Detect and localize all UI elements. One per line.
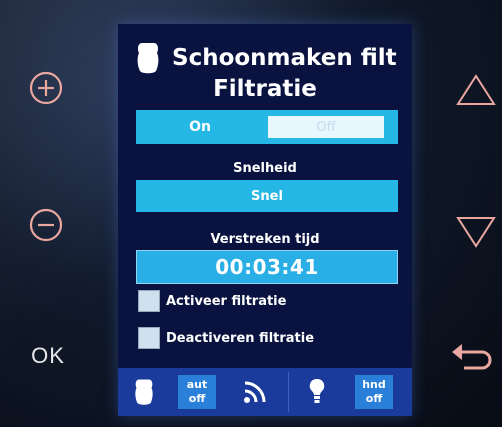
title-row: Schoonmaken filt [118,40,412,76]
down-triangle-icon [456,217,496,248]
manual-label: hnd [362,378,386,391]
manual-mode-status: hnd off [345,368,403,416]
deactivate-label: Deactiveren filtratie [166,330,315,346]
manual-badge: hnd off [355,375,393,409]
auto-mode-status: aut off [170,368,224,416]
page-title: Schoonmaken filt [172,45,397,71]
wifi-icon [244,381,266,403]
section-title: Filtratie [213,76,317,102]
deactivate-filtration-option[interactable]: Deactiveren filtratie [138,325,408,351]
ok-button[interactable]: OK [18,336,78,376]
toggle-on-option[interactable]: On [136,119,264,135]
minus-button[interactable] [26,205,66,245]
activate-filtration-option[interactable]: Activeer filtratie [138,288,408,314]
light-status [289,368,345,416]
control-panel: OK Schoonmaken filt Filtratie On Off Sne… [0,0,502,427]
filter-status-icon [135,379,153,405]
back-button[interactable] [448,338,498,378]
wifi-status [224,368,288,416]
filter-icon [137,43,159,74]
down-button[interactable] [454,210,498,254]
auto-state: off [188,392,206,405]
ok-label: OK [31,343,65,368]
auto-badge: aut off [178,375,216,409]
plus-circle-icon [29,71,63,105]
status-bar: aut off hnd off [118,368,412,416]
deactivate-checkbox[interactable] [138,327,160,349]
toggle-off-option[interactable]: Off [268,116,384,138]
manual-state: off [365,392,383,405]
up-triangle-icon [456,74,496,105]
elapsed-time-value: 00:03:41 [136,250,398,284]
lightbulb-icon [309,379,325,403]
up-button[interactable] [454,68,498,112]
auto-label: aut [186,378,208,391]
activate-checkbox[interactable] [138,290,160,312]
filtration-toggle[interactable]: On Off [136,110,398,144]
plus-button[interactable] [26,68,66,108]
speed-label: Snelheid [233,161,297,176]
elapsed-time-label: Verstreken tijd [210,232,320,247]
activate-label: Activeer filtratie [166,293,287,309]
lcd-screen: Schoonmaken filt Filtratie On Off Snelhe… [118,24,412,416]
minus-circle-icon [29,208,63,242]
status-filter [118,368,170,416]
speed-selector[interactable]: Snel [136,180,398,212]
back-arrow-icon [452,344,492,370]
